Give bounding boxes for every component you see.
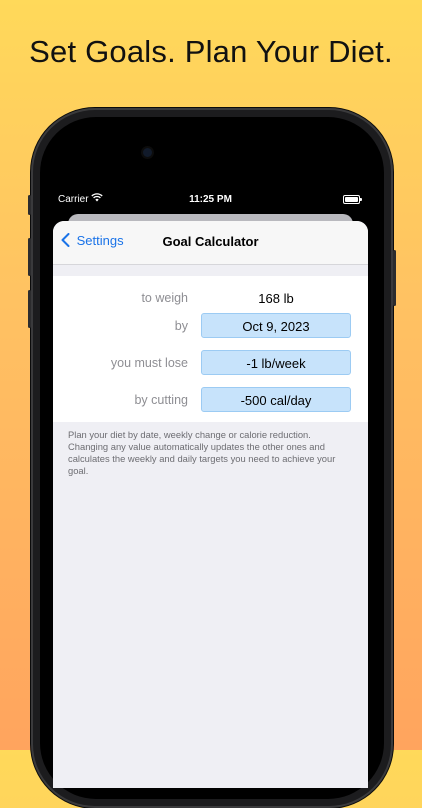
- weekly-loss-label: you must lose: [110, 356, 188, 370]
- weekly-loss-row: you must lose -1 lb/week: [53, 350, 368, 377]
- phone-screen: Carrier 11:25 PM Settings Goal Calculato…: [53, 188, 368, 788]
- volume-up-button: [28, 238, 31, 276]
- target-weight-value: 168 lb: [258, 291, 294, 306]
- navigation-bar: Settings Goal Calculator: [53, 221, 368, 265]
- target-weight-row: to weigh 168 lb: [53, 285, 368, 312]
- battery-icon: [343, 195, 362, 204]
- power-button: [393, 250, 396, 306]
- target-weight-label: to weigh: [141, 291, 188, 305]
- volume-down-button: [28, 290, 31, 328]
- page-title: Goal Calculator: [162, 234, 259, 249]
- goal-calculator-sheet: Settings Goal Calculator to weigh 168 lb…: [53, 221, 368, 788]
- status-bar: Carrier 11:25 PM: [53, 188, 368, 210]
- target-date-field[interactable]: Oct 9, 2023: [201, 313, 351, 338]
- front-camera-icon: [143, 148, 152, 157]
- silent-switch: [28, 195, 31, 215]
- form-footer-hint: Plan your diet by date, weekly change or…: [68, 429, 336, 476]
- target-date-label: by: [174, 319, 188, 333]
- calorie-cut-label: by cutting: [134, 393, 188, 407]
- weekly-loss-field[interactable]: -1 lb/week: [201, 350, 351, 375]
- marketing-headline: Set Goals. Plan Your Diet.: [29, 34, 393, 69]
- calorie-cut-row: by cutting -500 cal/day: [53, 387, 368, 414]
- calorie-cut-field[interactable]: -500 cal/day: [201, 387, 351, 412]
- goal-form: to weigh 168 lb by Oct 9, 2023 you must …: [53, 276, 368, 422]
- target-date-row: by Oct 9, 2023: [53, 313, 368, 340]
- status-time: 11:25 PM: [189, 194, 232, 205]
